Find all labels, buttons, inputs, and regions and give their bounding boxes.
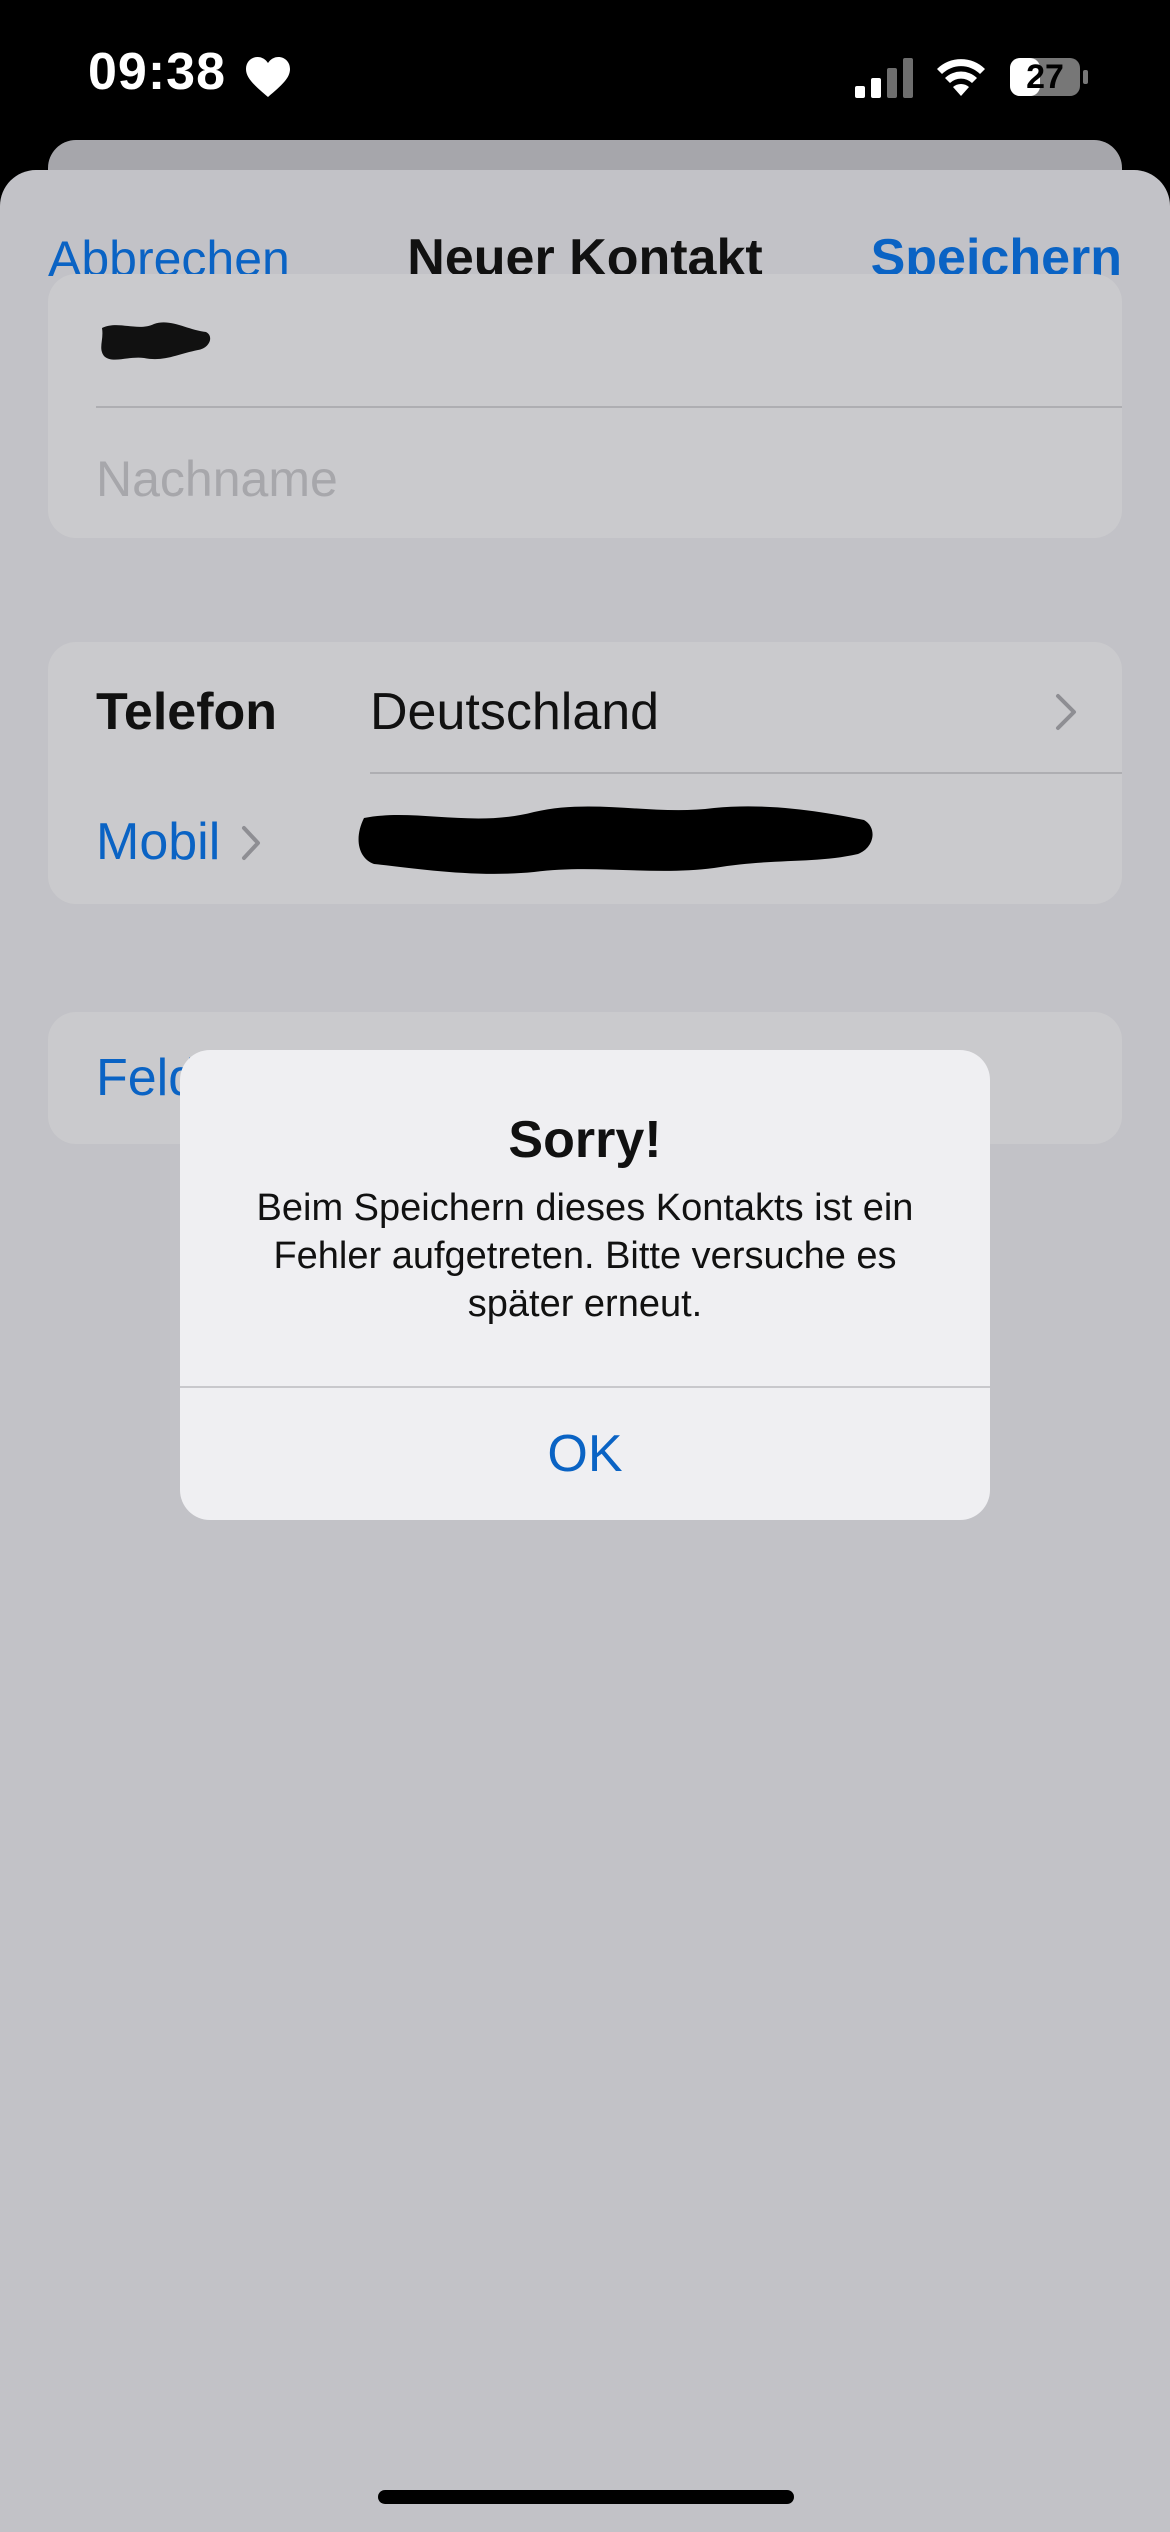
wifi-icon <box>937 59 985 96</box>
ok-button[interactable]: OK <box>180 1388 990 1520</box>
phone-type-button[interactable]: Mobil <box>96 812 220 872</box>
chevron-right-icon <box>1056 694 1076 730</box>
name-group: Nachname <box>48 274 1122 538</box>
status-bar: 09:38 27 <box>0 0 1170 150</box>
phone-group: Telefon Deutschland Mobil <box>48 642 1122 904</box>
last-name-field[interactable]: Nachname <box>96 450 338 508</box>
home-indicator[interactable] <box>378 2490 794 2504</box>
signal-icon <box>855 58 913 98</box>
heart-icon <box>246 57 290 97</box>
first-name-redaction[interactable] <box>98 318 214 366</box>
country-selector[interactable]: Deutschland <box>370 682 659 742</box>
chevron-right-icon <box>242 826 260 860</box>
error-alert: Sorry! Beim Speichern dieses Kontakts is… <box>180 1050 990 1520</box>
battery-level: 27 <box>1026 58 1064 96</box>
status-time: 09:38 <box>88 43 226 101</box>
alert-title: Sorry! <box>508 1111 662 1169</box>
alert-message: Beim Speichern dieses Kontakts ist ein F… <box>256 1187 914 1325</box>
divider <box>370 772 1122 774</box>
phone-number-redaction[interactable] <box>354 798 878 878</box>
phone-label: Telefon <box>96 683 278 741</box>
divider <box>96 406 1122 408</box>
